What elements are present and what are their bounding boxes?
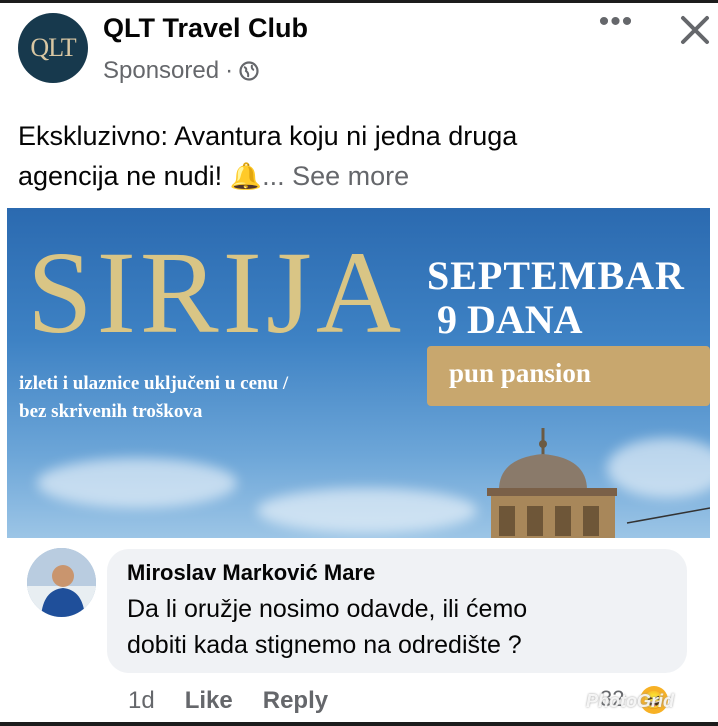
banner-title: SIRIJA <box>27 227 406 358</box>
ad-banner-image[interactable]: SIRIJA SEPTEMBAR 9 DANA pun pansion izle… <box>7 208 710 538</box>
like-button[interactable]: Like <box>185 687 233 715</box>
page-avatar[interactable]: QLT <box>18 13 88 83</box>
reply-button[interactable]: Reply <box>263 687 328 715</box>
comment-author[interactable]: Miroslav Marković Mare <box>127 560 375 586</box>
board-label: pun pansion <box>449 358 591 388</box>
comment-text-line2: dobiti kada stignemo na odredište ? <box>127 631 522 659</box>
page-name[interactable]: QLT Travel Club <box>103 13 308 44</box>
sponsored-label[interactable]: Sponsored <box>103 57 219 85</box>
post-text-line1: Ekskluzivno: Avantura koju ni jedna drug… <box>18 121 518 151</box>
post-text: Ekskluzivno: Avantura koju ni jedna drug… <box>18 116 578 196</box>
comment-text: Da li oružje nosimo odavde, ili ćemo dob… <box>127 591 647 663</box>
post-text-line2: agencija ne nudi! <box>18 161 223 191</box>
facebook-post: QLT QLT Travel Club Sponsored · ••• Eksk… <box>0 0 718 726</box>
comment-bubble: Miroslav Marković Mare Da li oružje nosi… <box>107 549 687 673</box>
comment-actions: 1d Like Reply <box>128 687 328 715</box>
more-icon[interactable]: ••• <box>596 7 636 41</box>
globe-icon <box>239 61 259 81</box>
included-line1: izleti i ulaznice uključeni u cenu / <box>19 373 289 394</box>
board-badge: pun pansion <box>427 346 710 406</box>
banner-month: SEPTEMBAR <box>427 253 685 298</box>
comment-time[interactable]: 1d <box>128 687 155 715</box>
sponsored-line: Sponsored · <box>103 57 259 85</box>
see-more-link[interactable]: ... See more <box>262 161 409 191</box>
banner-duration: 9 DANA <box>437 297 583 342</box>
separator: · <box>225 57 234 84</box>
close-icon[interactable] <box>678 13 712 47</box>
bell-icon: 🔔 <box>229 161 263 191</box>
banner-included-text: izleti i ulaznice uključeni u cenu / bez… <box>19 370 399 426</box>
mosque-dome-illustration <box>487 428 710 538</box>
included-line2: bez skrivenih troškova <box>19 401 203 422</box>
commenter-avatar[interactable] <box>27 548 96 617</box>
comment-text-line1: Da li oružje nosimo odavde, ili ćemo <box>127 595 528 623</box>
watermark: PhotoGrid <box>586 691 674 711</box>
avatar-logo-text: QLT <box>30 33 76 62</box>
